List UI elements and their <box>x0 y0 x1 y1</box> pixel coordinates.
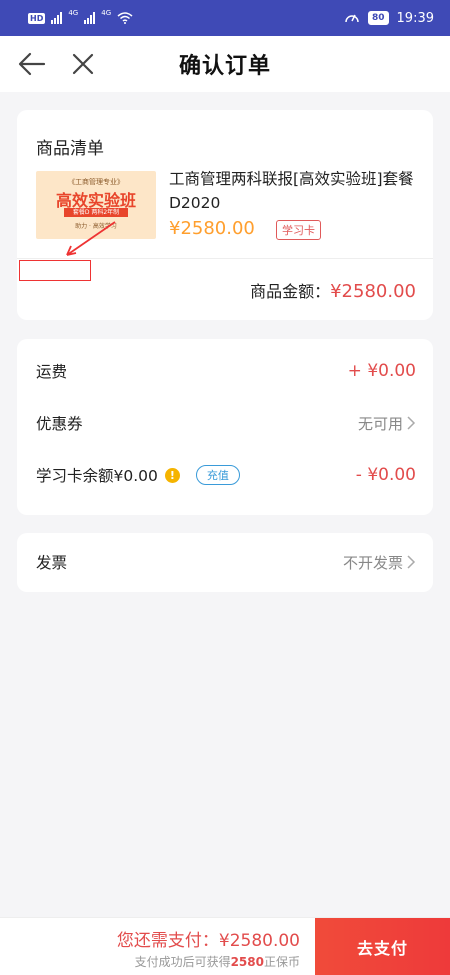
network-type-2: 4G <box>101 9 112 17</box>
product-name: 工商管理两科联报[高效实验班]套餐D2020 <box>169 170 414 212</box>
signal-icon-2 <box>84 12 96 24</box>
signal-icon <box>51 12 63 24</box>
fees-card: 运费 + ¥0.00 优惠券 无可用 学习卡余额¥0.00 ! 充值 - ¥0.… <box>17 339 433 515</box>
card-balance-label: 学习卡余额¥0.00 <box>36 467 158 485</box>
pay-button[interactable]: 去支付 <box>315 918 450 975</box>
pay-note-suffix: 正保币 <box>263 955 300 969</box>
annotation-box <box>19 260 91 281</box>
product-price: ¥2580.00 <box>169 218 255 239</box>
pay-note-coins: 2580 <box>230 955 264 969</box>
card-balance-value: - ¥0.00 <box>355 465 416 485</box>
thumb-top-text: 《工商管理专业》 <box>68 178 124 186</box>
battery-indicator: 80 <box>368 11 389 25</box>
chevron-right-icon <box>407 555 416 569</box>
card-balance-left: 学习卡余额¥0.00 ! 充值 <box>36 464 240 486</box>
coupon-row[interactable]: 优惠券 无可用 <box>36 411 416 435</box>
speed-icon <box>345 14 359 23</box>
bottom-pay-bar: 您还需支付：¥2580.00 支付成功后可获得2580正保币 去支付 <box>0 917 450 975</box>
info-icon[interactable]: ! <box>164 467 180 483</box>
goods-total-value: ¥2580.00 <box>330 281 416 302</box>
goods-total: 商品金额：¥2580.00 <box>250 278 416 302</box>
invoice-row[interactable]: 发票 不开发票 <box>36 550 416 574</box>
status-left: HD 4G 4G <box>28 9 133 24</box>
goods-section-title: 商品清单 <box>36 139 104 159</box>
shipping-label: 运费 <box>36 363 68 381</box>
pay-note: 支付成功后可获得2580正保币 <box>135 953 300 970</box>
coupon-value-group: 无可用 <box>358 413 416 434</box>
goods-total-label: 商品金额： <box>250 282 331 301</box>
clock: 19:39 <box>396 10 434 26</box>
pay-note-prefix: 支付成功后可获得 <box>134 955 231 969</box>
thumb-ribbon-text: 套餐D 两科2年制 <box>64 208 128 217</box>
invoice-label: 发票 <box>36 554 68 572</box>
pay-amount: 您还需支付：¥2580.00 <box>116 931 300 951</box>
invoice-card[interactable]: 发票 不开发票 <box>17 533 433 592</box>
annotation-arrow-icon <box>66 221 116 256</box>
nav-bar: 确认订单 <box>0 36 450 92</box>
divider <box>17 258 433 259</box>
coupon-label: 优惠券 <box>36 415 83 433</box>
shipping-row: 运费 + ¥0.00 <box>36 359 416 383</box>
coupon-value: 无可用 <box>357 414 403 433</box>
hd-badge: HD <box>28 12 46 24</box>
study-card-badge: 学习卡 <box>276 220 321 240</box>
recharge-button[interactable]: 充值 <box>195 465 240 485</box>
invoice-value: 不开发票 <box>342 553 403 572</box>
invoice-value-group: 不开发票 <box>343 552 416 573</box>
network-type-1: 4G <box>68 9 79 17</box>
wifi-icon <box>117 12 133 24</box>
status-bar: HD 4G 4G 80 19:39 <box>0 0 450 36</box>
goods-card: 商品清单 《工商管理专业》 高效实验班 套餐D 两科2年制 助力 · 高效学习 … <box>17 110 433 320</box>
status-right: 80 19:39 <box>344 10 434 26</box>
card-balance-row: 学习卡余额¥0.00 ! 充值 - ¥0.00 <box>36 463 416 487</box>
page-title: 确认订单 <box>178 54 271 79</box>
shipping-value: + ¥0.00 <box>347 361 416 381</box>
chevron-right-icon <box>407 416 416 430</box>
